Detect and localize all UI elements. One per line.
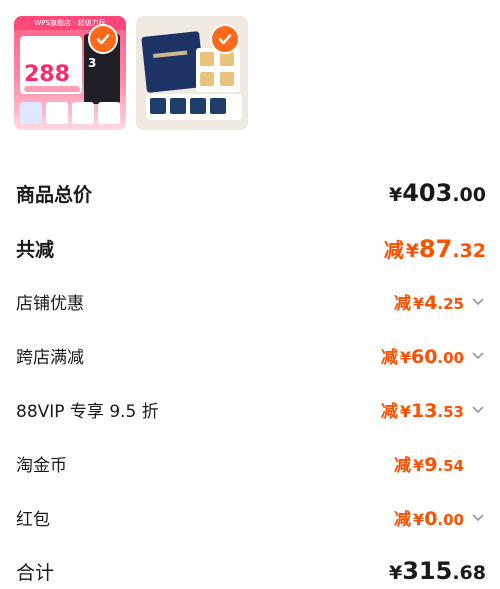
chevron-down-icon[interactable] xyxy=(470,509,486,525)
thumb-promo-number: 288 xyxy=(24,62,70,87)
grand-total-amount: ¥315.68 xyxy=(388,557,486,585)
grand-total-label: 合计 xyxy=(16,561,55,584)
total-discount-label: 共减 xyxy=(16,238,55,261)
discount-amount: 减 ¥60.00 xyxy=(380,345,464,368)
chevron-down-icon[interactable] xyxy=(470,401,486,417)
total-price-amount: ¥403.00 xyxy=(388,179,486,207)
discount-label: 淘金币 xyxy=(16,455,67,476)
wps-product-thumb[interactable]: WPS旗舰店 · 超级力荐 288 3 xyxy=(14,16,126,130)
discount-row-redpacket[interactable]: 红包 减 ¥0.00 xyxy=(16,500,486,534)
total-discount-amount: 减 ¥87.32 xyxy=(383,234,486,263)
chevron-down-icon[interactable] xyxy=(470,347,486,363)
chevron-down-icon[interactable] xyxy=(470,293,486,309)
cookie-product-thumb[interactable] xyxy=(136,16,248,130)
discount-label: 红包 xyxy=(16,509,50,530)
discount-label: 跨店满减 xyxy=(16,347,84,368)
total-price-row: 商品总价 ¥403.00 xyxy=(16,176,486,210)
total-price-label: 商品总价 xyxy=(16,183,93,206)
discount-amount: 减 ¥0.00 xyxy=(394,507,464,530)
check-icon[interactable] xyxy=(210,24,240,54)
discount-row-cross-store[interactable]: 跨店满减 减 ¥60.00 xyxy=(16,338,486,372)
product-thumbnails: WPS旗舰店 · 超级力荐 288 3 xyxy=(14,16,248,134)
discount-label: 店铺优惠 xyxy=(16,293,84,314)
thumb-badge: 3 xyxy=(88,56,97,70)
discount-row-88vip[interactable]: 88VIP 专享 9.5 折 减 ¥13.53 xyxy=(16,392,486,426)
discount-label: 88VIP 专享 9.5 折 xyxy=(16,401,159,422)
grand-total-row: 合计 ¥315.68 xyxy=(16,554,486,588)
discount-amount: 减 ¥4.25 xyxy=(394,291,464,314)
check-icon[interactable] xyxy=(88,24,118,54)
discount-row-taojinbi: 淘金币 减 ¥9.54 xyxy=(16,446,486,480)
discount-amount: 减 ¥9.54 xyxy=(394,453,464,476)
discount-amount: 减 ¥13.53 xyxy=(380,399,464,422)
discount-row-shop[interactable]: 店铺优惠 减 ¥4.25 xyxy=(16,284,486,318)
total-discount-row: 共减 减 ¥87.32 xyxy=(16,231,486,265)
